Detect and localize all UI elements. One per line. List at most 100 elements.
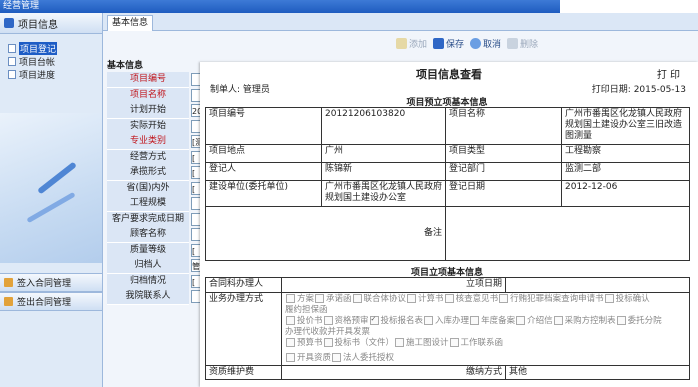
- option-label: 预算书: [297, 338, 323, 348]
- option-label: 投标报名表: [380, 316, 424, 326]
- option-checkbox[interactable]: [444, 294, 454, 303]
- save-icon: [432, 37, 444, 49]
- option-label: 投标确认: [615, 294, 650, 304]
- form-field-label: 经营方式: [107, 149, 189, 166]
- remark-label: 备注: [205, 206, 446, 261]
- field-label: 缴纳方式: [281, 365, 506, 380]
- sidebar-item-project-progress[interactable]: 项目进度: [8, 68, 102, 81]
- table-row: 项目地点 广州 项目类型 工程勘察: [205, 144, 690, 163]
- field-label: 项目类型: [445, 144, 562, 163]
- print-date-value: 2015-05-13: [633, 85, 686, 95]
- delete-label: 删除: [519, 39, 538, 50]
- option-checkbox[interactable]: [286, 353, 295, 362]
- document-icon: [8, 70, 16, 79]
- option-checkbox[interactable]: [470, 316, 480, 325]
- form-field-label: 质量等级: [107, 242, 189, 259]
- pen-illustration: [26, 191, 76, 224]
- option-label: 投标书（文件）: [334, 338, 395, 348]
- table-row: 建设单位(委托单位) 广州市番禺区化龙镇人民政府规划国土建设办公室 登记日期 2…: [205, 180, 690, 207]
- form-field-label: 项目名称: [107, 87, 189, 104]
- field-label: 立项日期: [281, 277, 506, 293]
- option-checkbox[interactable]: [323, 316, 333, 325]
- cancel-button[interactable]: 取消: [469, 37, 501, 50]
- option-checkbox[interactable]: [449, 338, 459, 347]
- add-label: 添加: [408, 39, 427, 50]
- option-checkbox[interactable]: [369, 316, 379, 325]
- app-title: 经营管理: [3, 1, 40, 11]
- field-label: 合同科办理人: [205, 277, 282, 293]
- option-label: 采购方控制表: [564, 316, 616, 326]
- folder-icon: [4, 297, 13, 306]
- option-line: 方案 承诺函 联合体协议 计算书 核查意见书 行贿犯罪档案查询申请书 投标确认: [285, 294, 686, 305]
- option-checkbox[interactable]: [424, 316, 434, 325]
- sidebar-section-sign-in-contract[interactable]: 签入合同管理: [0, 273, 102, 292]
- tab-basic-info[interactable]: 基本信息: [107, 15, 154, 31]
- field-value: 2012-12-06: [561, 180, 690, 207]
- sidebar-header-label: 项目信息: [18, 19, 58, 31]
- option-label: 开具资质: [297, 353, 332, 363]
- option-label: 施工图设计: [406, 338, 449, 348]
- print-button[interactable]: 打 印: [657, 66, 680, 81]
- form-field-label: 我院联系人: [107, 289, 189, 305]
- sidebar-item-label: 项目登记: [19, 42, 58, 55]
- option-checkbox[interactable]: [323, 338, 333, 347]
- remark-value: [445, 206, 690, 261]
- option-label: 年度备案: [481, 316, 516, 326]
- option-checkbox[interactable]: [286, 316, 295, 325]
- option-checkbox[interactable]: [286, 294, 295, 303]
- pre-approval-table: 项目编号 20121206103820 项目名称 广州市番禺区化龙镇人民政府规划…: [205, 107, 690, 261]
- option-checkbox[interactable]: [315, 294, 325, 303]
- option-label: 方案: [297, 294, 315, 304]
- field-label: 登记日期: [445, 180, 562, 207]
- add-icon: [395, 37, 407, 49]
- sidebar-header[interactable]: 项目信息: [0, 13, 102, 34]
- report-dialog: 项目信息查看 打 印 制单人: 管理员 打印日期: 2015-05-13 项目预…: [200, 62, 698, 387]
- form-field-label: 省(国)内外: [107, 180, 189, 197]
- option-label: 计算书: [418, 294, 444, 304]
- field-value: 广州市番禺区化龙镇人民政府规划国土建设办公室三旧改造图测量: [561, 107, 690, 145]
- field-label: 项目名称: [445, 107, 562, 145]
- app-title-bar: 经营管理: [0, 0, 560, 13]
- form-field-label: 计划开始: [107, 103, 189, 119]
- field-label: 业务办理方式: [205, 292, 282, 366]
- option-checkbox[interactable]: [616, 316, 626, 325]
- option-checkbox[interactable]: [332, 353, 342, 362]
- option-checkbox[interactable]: [499, 294, 509, 303]
- option-label: 工作联系函: [460, 338, 504, 348]
- option-checkbox[interactable]: [553, 316, 563, 325]
- option-line: 投价书 资格预审 投标报名表 入库办理 年度备案 介绍信 采购方控制表 委托分院: [285, 316, 686, 327]
- add-button[interactable]: 添加: [395, 37, 427, 50]
- delete-button[interactable]: 删除: [506, 37, 538, 50]
- business-options: 方案 承诺函 联合体协议 计算书 核查意见书 行贿犯罪档案查询申请书 投标确认 履约担保函 …: [281, 292, 690, 366]
- delete-icon: [506, 37, 518, 49]
- sidebar-section-sign-out-contract[interactable]: 签出合同管理: [0, 292, 102, 311]
- option-checkbox[interactable]: [395, 338, 405, 347]
- option-checkbox[interactable]: [604, 294, 614, 303]
- sidebar-item-label: 项目台帐: [19, 58, 56, 68]
- table-row: 备注: [205, 206, 690, 261]
- toolbar: 添加 保存 取消 删除: [103, 31, 698, 55]
- option-line: 预算书 投标书（文件） 施工图设计 工作联系函: [285, 338, 686, 349]
- option-line: 履约担保函: [285, 305, 328, 315]
- pen-illustration: [37, 161, 77, 195]
- document-icon: [8, 44, 16, 53]
- sidebar-item-project-register[interactable]: 项目登记: [8, 42, 102, 55]
- field-value: [505, 277, 690, 293]
- field-value: 广州市番禺区化龙镇人民政府规划国土建设办公室: [321, 180, 446, 207]
- option-label: 联合体协议: [363, 294, 407, 304]
- option-checkbox[interactable]: [516, 316, 526, 325]
- tab-label: 基本信息: [112, 18, 149, 28]
- option-checkbox[interactable]: [286, 338, 295, 347]
- option-line: 办理代收款并开具发票: [285, 327, 371, 337]
- approval-table: 合同科办理人 立项日期 业务办理方式 方案 承诺函 联合体协议 计算书 核查意见书 行贿犯…: [205, 277, 690, 380]
- option-checkbox[interactable]: [407, 294, 417, 303]
- field-label: 资质维护费: [205, 365, 282, 380]
- field-label: 登记人: [205, 162, 322, 181]
- option-label: 行贿犯罪档案查询申请书: [510, 294, 604, 304]
- sidebar-item-project-ledger[interactable]: 项目台帐: [8, 55, 102, 68]
- option-checkbox[interactable]: [352, 294, 362, 303]
- option-label: 核查意见书: [455, 294, 499, 304]
- save-button[interactable]: 保存: [432, 37, 464, 50]
- option-label: 介绍信: [527, 316, 553, 326]
- sidebar-section-label: 签出合同管理: [17, 298, 72, 308]
